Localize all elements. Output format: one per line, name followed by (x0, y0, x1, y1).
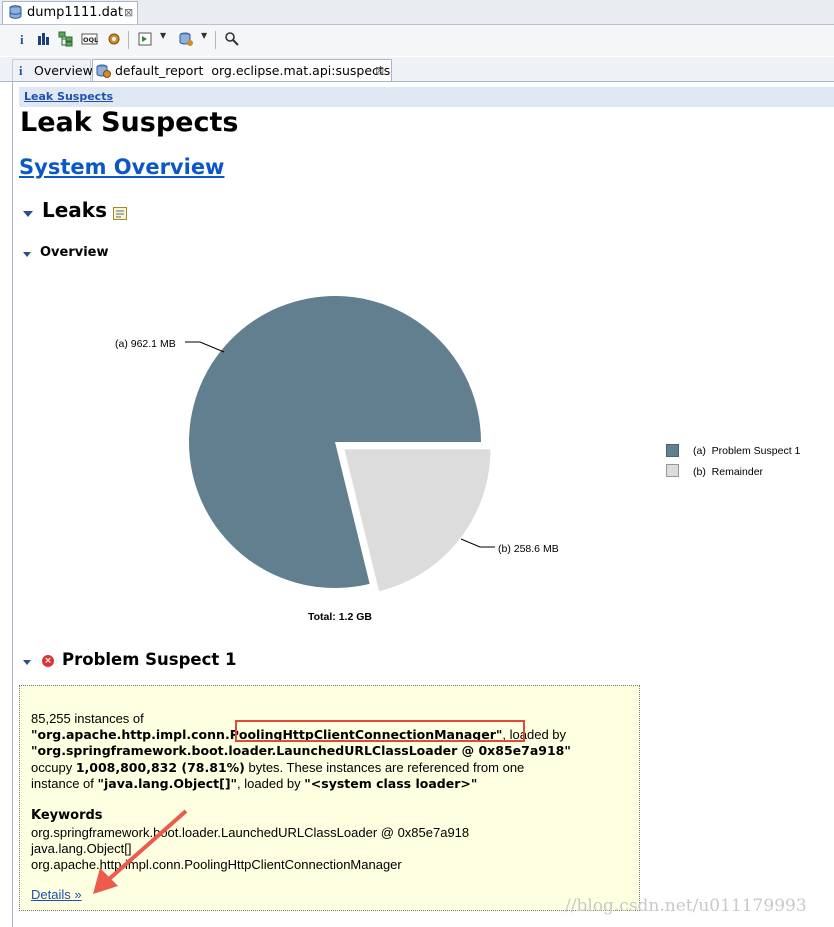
system-overview-link[interactable]: System Overview (19, 155, 224, 179)
svg-text:i: i (20, 32, 24, 47)
breadcrumb-link-leak-suspects[interactable]: Leak Suspects (24, 90, 113, 103)
problem-suspect-heading: Problem Suspect 1 (62, 650, 237, 669)
histogram-icon[interactable] (34, 29, 54, 49)
editor-tab-strip: dump1111.dat ⊠ (0, 0, 834, 25)
toolbar-separator (215, 31, 216, 49)
chevron-down-icon[interactable]: ▼ (160, 31, 166, 40)
editor-tab-label: dump1111.dat (27, 5, 123, 20)
report-tab-strip: i Overview default_report org.eclipse.ma… (0, 57, 834, 82)
details-link[interactable]: Details » (31, 887, 82, 902)
instance-type: "java.lang.Object[]" (97, 776, 238, 791)
query-browser-icon[interactable] (176, 29, 196, 49)
leader-line-b (460, 538, 495, 548)
slice-label-b: (b) 258.6 MB (498, 543, 559, 555)
legend-item-b: (b) Remainder (693, 466, 764, 478)
leaks-heading: Leaks (42, 198, 108, 222)
info-icon: i (19, 64, 23, 78)
close-icon[interactable]: ⊠ (124, 2, 133, 24)
problem-suspect-box: 85,255 instances of "org.apache.http.imp… (19, 685, 640, 911)
occupy-prefix: occupy (31, 760, 76, 775)
info-icon[interactable]: i (13, 29, 33, 49)
details-line: Details » (31, 887, 82, 902)
legend-swatch-a (666, 444, 679, 457)
keyword-item: org.springframework.boot.loader.Launched… (31, 825, 470, 840)
close-icon[interactable]: ⊠ (375, 60, 384, 82)
svg-text:OQL: OQL (83, 36, 98, 44)
annotation-highlight-box (235, 720, 525, 742)
pie-slice-remainder[interactable] (344, 449, 491, 592)
breadcrumb: Leak Suspects (19, 87, 834, 107)
instances-text: 85,255 instances of (31, 711, 144, 726)
chart-total: Total: 1.2 GB (308, 611, 372, 623)
instance-loader: "<system class loader>" (304, 776, 478, 791)
overview-heading: Overview (40, 245, 109, 260)
occupy-line: occupy 1,008,800,832 (78.81%) bytes. The… (31, 760, 524, 775)
tab-default-report[interactable]: default_report org.eclipse.mat.api:suspe… (92, 59, 392, 81)
chevron-down-icon[interactable]: ▼ (201, 31, 207, 40)
oql-icon[interactable]: OQL (80, 29, 100, 49)
tab-overview[interactable]: i Overview (12, 59, 93, 81)
collapse-problem-suspect-icon[interactable] (23, 660, 31, 665)
error-icon: × (42, 655, 54, 667)
instance-prefix: instance of (31, 776, 98, 791)
keyword-item: java.lang.Object[] (31, 841, 132, 856)
gear-icon[interactable] (104, 29, 124, 49)
keywords-heading: Keywords (31, 808, 103, 823)
watermark: //blog.csdn.net/u011179993 (565, 896, 807, 916)
editor-tab-dump[interactable]: dump1111.dat ⊠ (2, 1, 138, 24)
page-title: Leak Suspects (20, 107, 239, 138)
tab-overview-label: Overview (34, 63, 93, 78)
search-icon[interactable] (222, 29, 242, 49)
toolbar-separator (128, 31, 129, 49)
legend-item-a: (a) Problem Suspect 1 (693, 445, 801, 457)
tab-report-label: default_report org.eclipse.mat.api:suspe… (115, 63, 391, 78)
keyword-item: org.apache.http.impl.conn.PoolingHttpCli… (31, 857, 402, 872)
instance-mid: , loaded by (237, 776, 305, 791)
leaks-details-icon[interactable] (113, 205, 127, 220)
toolbar: i OQL ▼ ▼ (0, 25, 834, 56)
collapse-leaks-icon[interactable] (23, 211, 33, 217)
class-name-prefix: "org.apache.http.impl.conn (31, 727, 225, 742)
class-loader-name: "org.springframework.boot.loader.Launche… (31, 743, 571, 758)
leader-line-a (185, 341, 225, 353)
legend-swatch-b (666, 464, 679, 477)
collapse-overview-icon[interactable] (23, 252, 31, 257)
occupy-suffix: bytes. These instances are referenced fr… (244, 760, 525, 775)
instance-line: instance of "java.lang.Object[]", loaded… (31, 776, 477, 791)
occupy-value: 1,008,800,832 (78.81%) (75, 760, 245, 775)
loader-line: "org.springframework.boot.loader.Launche… (31, 743, 571, 758)
run-report-icon[interactable] (135, 29, 155, 49)
dominator-tree-icon[interactable] (56, 29, 76, 49)
slice-label-a: (a) 962.1 MB (115, 338, 176, 350)
